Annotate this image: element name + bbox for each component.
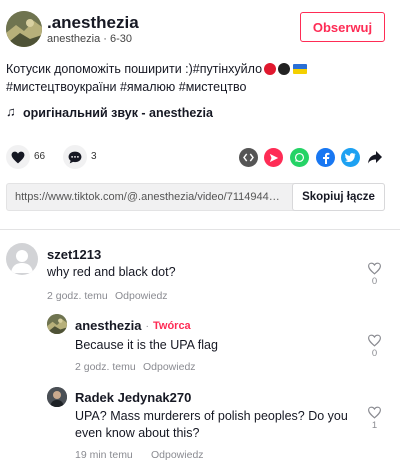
comment-text: why red and black dot? xyxy=(47,265,176,279)
ukraine-flag-emoji xyxy=(293,64,308,74)
comment-like-count: 1 xyxy=(371,420,378,431)
comment-button[interactable] xyxy=(63,145,87,169)
more-share-button[interactable] xyxy=(366,148,384,171)
sound-link[interactable]: оригінальний звук - anesthezia xyxy=(23,106,213,120)
author-username[interactable]: .anesthezia xyxy=(47,13,139,33)
author-avatar[interactable] xyxy=(6,11,42,47)
description-hashtags[interactable]: #мистецтвоукраїни #ямалюю #мистецтво xyxy=(6,80,246,94)
reply-button[interactable]: Odpowiedz xyxy=(115,290,168,302)
heart-outline-icon xyxy=(367,406,382,419)
section-divider xyxy=(0,229,400,230)
reply-button[interactable]: Odpowiedz xyxy=(151,449,204,461)
twitter-share-button[interactable] xyxy=(341,148,360,167)
share-arrow-icon xyxy=(368,151,382,164)
reply-author-line: anesthezia · Twórca xyxy=(75,318,191,333)
whatsapp-share-button[interactable] xyxy=(290,148,309,167)
black-circle-emoji xyxy=(278,63,291,75)
heart-icon xyxy=(11,151,25,163)
facebook-share-button[interactable] xyxy=(316,148,335,167)
send-icon xyxy=(269,153,278,162)
reply-author[interactable]: anesthezia xyxy=(75,318,141,333)
reply-author[interactable]: Radek Jedynak270 xyxy=(75,390,191,405)
music-note-icon: ♫ xyxy=(6,104,16,119)
heart-outline-icon xyxy=(367,334,382,347)
twitter-icon xyxy=(345,153,356,162)
embed-share-button[interactable] xyxy=(239,148,258,167)
heart-outline-icon xyxy=(367,262,382,275)
comment-like-count: 0 xyxy=(371,348,378,359)
whatsapp-icon xyxy=(294,152,305,163)
description-line-1: Котусик допоможіть поширити :)#путінхуйл… xyxy=(6,62,308,76)
embed-code-icon xyxy=(243,153,254,162)
reply-time: 19 min temu xyxy=(75,449,133,461)
post-date: 6-30 xyxy=(110,33,133,45)
like-button[interactable] xyxy=(6,145,30,169)
comment-like-button[interactable]: 1 xyxy=(367,406,382,431)
comment-count: 3 xyxy=(91,151,97,162)
comment-like-count: 0 xyxy=(371,276,378,287)
copy-link-button[interactable]: Skopiuj łącze xyxy=(292,183,385,211)
reply-avatar[interactable] xyxy=(47,314,67,334)
reply-button[interactable]: Odpowiedz xyxy=(143,361,196,373)
red-circle-emoji xyxy=(264,63,277,75)
avatar-image xyxy=(47,387,67,407)
comment-avatar[interactable] xyxy=(6,243,38,275)
avatar-image xyxy=(6,11,42,47)
facebook-icon xyxy=(322,152,329,164)
reply-time: 2 godz. temu xyxy=(75,361,136,373)
send-to-friends-button[interactable] xyxy=(264,148,283,167)
video-link-box: https://www.tiktok.com/@.anesthezia/vide… xyxy=(6,183,385,211)
reply-text: Because it is the UPA flag xyxy=(75,338,218,352)
comment-icon xyxy=(68,151,82,163)
reply-avatar[interactable] xyxy=(47,387,67,407)
default-user-icon xyxy=(11,250,33,273)
comment-author[interactable]: szet1213 xyxy=(47,247,101,262)
creator-badge: Twórca xyxy=(152,319,191,332)
subline-separator: · xyxy=(103,33,111,45)
author-separator: · xyxy=(145,319,149,332)
author-handle[interactable]: anesthezia xyxy=(47,33,100,45)
description-text: Котусик допоможіть поширити :)#путінхуйл… xyxy=(6,62,263,76)
like-count: 66 xyxy=(34,151,46,162)
comment-like-button[interactable]: 0 xyxy=(367,334,382,359)
avatar-image xyxy=(47,314,67,334)
reply-text: UPA? Mass murderers of polish peoples? D… xyxy=(75,409,348,440)
follow-button[interactable]: Obserwuj xyxy=(300,12,385,42)
video-link-url[interactable]: https://www.tiktok.com/@.anesthezia/vide… xyxy=(15,191,285,203)
author-subline: anesthezia · 6-30 xyxy=(47,33,132,45)
comment-time: 2 godz. temu xyxy=(47,290,108,302)
comment-like-button[interactable]: 0 xyxy=(367,262,382,287)
